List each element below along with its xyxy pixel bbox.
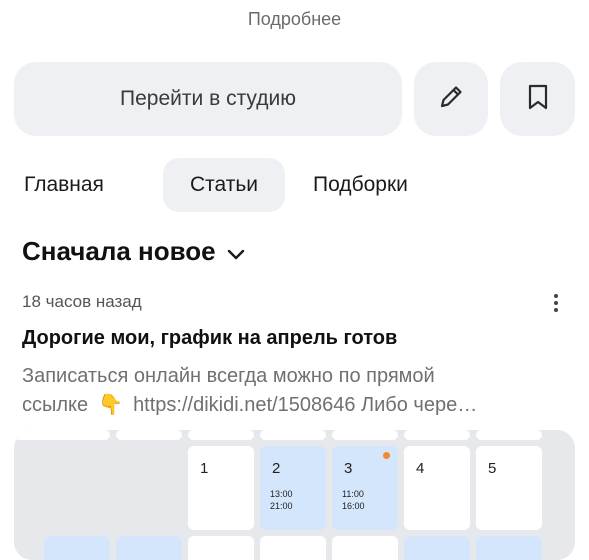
calendar-day: 5: [476, 446, 542, 530]
pencil-icon: [436, 82, 466, 117]
calendar-cell: [260, 430, 326, 440]
calendar-day: 3 11:00 16:00: [332, 446, 398, 530]
snippet-link: https://dikidi.net/1508646 Либо чере…: [133, 394, 478, 416]
calendar-cell: [476, 430, 542, 440]
snippet-line-2: ссылке 👇 https://dikidi.net/1508646 Либо ч…: [22, 391, 567, 420]
day-number: 4: [416, 460, 425, 477]
day-number: 1: [200, 460, 209, 477]
snippet-line-1: Записаться онлайн всегда можно по прямой: [22, 365, 435, 387]
more-link[interactable]: Подробнее: [0, 9, 589, 30]
day-number: 3: [344, 460, 353, 477]
pointing-down-icon: 👇: [98, 394, 124, 416]
post-timestamp: 18 часов назад: [22, 292, 142, 311]
calendar-cell: [332, 430, 398, 440]
calendar-cell: [404, 430, 470, 440]
bookmark-icon: [525, 83, 551, 116]
sort-label: Сначала новое: [22, 236, 216, 266]
tab-articles[interactable]: Статьи: [163, 158, 285, 212]
go-to-studio-button[interactable]: Перейти в студию: [14, 62, 402, 136]
day-number: 5: [488, 460, 497, 477]
time-slot: 13:00: [270, 489, 293, 499]
time-slot: 11:00: [342, 489, 364, 499]
post-image-calendar[interactable]: 1 2 13:00 21:00 3 11:00 16:00 4 5: [14, 430, 575, 560]
calendar-cell: [14, 430, 110, 440]
tab-main[interactable]: Главная: [22, 158, 144, 212]
calendar-day: 4: [404, 446, 470, 530]
chevron-down-icon: [226, 238, 246, 269]
calendar-day: 2 13:00 21:00: [260, 446, 326, 530]
go-to-studio-label: Перейти в студию: [120, 87, 296, 110]
calendar-day: 1: [188, 446, 254, 530]
post-title[interactable]: Дорогие мои, график на апрель готов: [22, 327, 397, 350]
post-snippet[interactable]: Записаться онлайн всегда можно по прямой…: [22, 362, 567, 420]
sort-dropdown[interactable]: Сначала новое: [22, 234, 246, 269]
calendar-cell: [188, 430, 254, 440]
bookmark-button[interactable]: [500, 62, 575, 136]
time-slot: 16:00: [342, 501, 365, 511]
notification-dot: [383, 452, 390, 459]
day-number: 2: [272, 460, 281, 477]
more-vertical-icon[interactable]: [546, 290, 566, 316]
time-slot: 21:00: [270, 501, 293, 511]
edit-button[interactable]: [414, 62, 488, 136]
snippet-text: ссылке: [22, 394, 89, 416]
calendar-cell: [116, 430, 182, 440]
tab-collections[interactable]: Подборки: [313, 158, 443, 212]
